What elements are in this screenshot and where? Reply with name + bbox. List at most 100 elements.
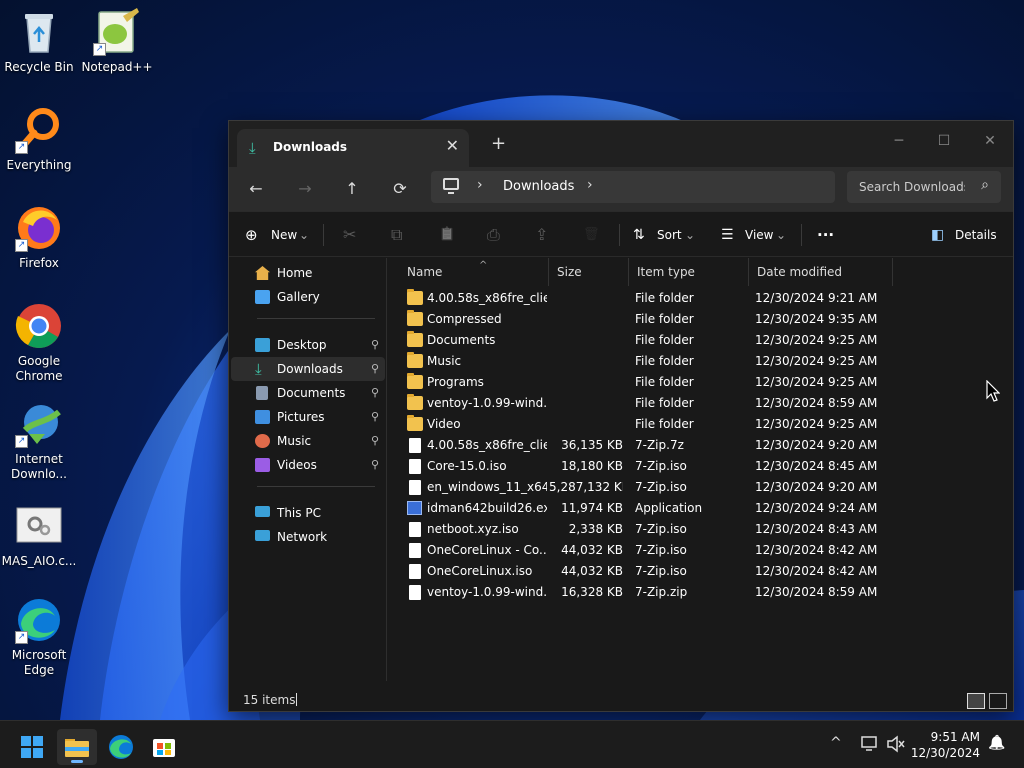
start-button[interactable] — [12, 729, 52, 765]
delete-icon[interactable]: 🗑 — [583, 224, 600, 246]
close-window-button[interactable]: ✕ — [970, 127, 1010, 155]
nav-item-documents[interactable]: Documents ⚲ — [231, 381, 385, 405]
file-row[interactable]: en_windows_11_x64...5,287,132 KB 7-Zip.is… — [389, 477, 1013, 498]
file-row[interactable]: Core-15.0.iso 18,180 KB 7-Zip.iso 12/30/202… — [389, 456, 1013, 477]
nav-item-gallery[interactable]: Gallery — [231, 285, 385, 309]
file-row[interactable]: Video File folder 12/30/2024 9:25 AM — [389, 414, 1013, 435]
large-icons-view-button[interactable] — [989, 693, 1007, 709]
nav-item-downloads[interactable]: ⤓ Downloads ⚲ — [231, 357, 385, 381]
network-icon — [255, 530, 270, 541]
tab-downloads[interactable]: ⤓ Downloads ✕ — [237, 129, 469, 167]
sort-button[interactable]: Sort — [657, 224, 682, 246]
rename-icon[interactable]: ⎙ — [487, 224, 500, 246]
desktop-icon-chrome[interactable]: Google Chrome — [0, 302, 78, 384]
back-button[interactable]: ← — [244, 177, 268, 201]
mouse-cursor-icon — [986, 380, 1000, 402]
file-date: 12/30/2024 8:43 AM — [755, 522, 878, 536]
chevron-right-icon[interactable]: › — [587, 177, 593, 193]
nav-item-this-pc[interactable]: This PC — [231, 501, 385, 525]
sort-ascending-icon: ^ — [479, 260, 488, 271]
minimize-button[interactable]: ─ — [879, 127, 919, 155]
sort-icon: ⇅ — [633, 227, 645, 243]
desktop-icon-mas-aio[interactable]: MAS_AIO.c... — [0, 502, 78, 569]
nav-item-desktop[interactable]: Desktop ⚲ — [231, 333, 385, 357]
more-options-button[interactable]: ··· — [817, 224, 834, 246]
desktop-icon-edge[interactable]: ↗ Microsoft Edge — [0, 596, 78, 678]
chevron-right-icon[interactable]: › — [477, 177, 483, 193]
up-button[interactable]: ↑ — [340, 177, 364, 201]
cut-icon[interactable]: ✂ — [343, 224, 356, 246]
file-explorer-window[interactable]: ⤓ Downloads ✕ + ─ ☐ ✕ ← → ↑ ⟳ › Download… — [228, 120, 1014, 712]
desktop-icon-label: Firefox — [19, 256, 59, 270]
paste-icon[interactable]: 📋 — [439, 224, 455, 246]
nav-item-videos[interactable]: Videos ⚲ — [231, 453, 385, 477]
desktop-icon-notepadpp[interactable]: ↗ Notepad++ — [78, 8, 156, 75]
new-button[interactable]: New — [271, 224, 297, 246]
file-row[interactable]: 4.00.58s_x86fre_clie... 36,135 KB 7-Zip.7z… — [389, 435, 1013, 456]
folder-icon — [407, 289, 423, 305]
file-row[interactable]: ventoy-1.0.99-wind... File folder 12/30/20… — [389, 393, 1013, 414]
maximize-button[interactable]: ☐ — [924, 127, 964, 155]
desktop-icon-everything[interactable]: ↗ Everything — [0, 106, 78, 173]
column-header-name[interactable]: Name ^ — [399, 258, 549, 286]
file-row[interactable]: Programs File folder 12/30/2024 9:25 AM — [389, 372, 1013, 393]
address-bar[interactable]: › Downloads › — [431, 171, 835, 203]
column-header-size[interactable]: Size — [549, 258, 629, 286]
copy-icon[interactable]: ⧉ — [391, 224, 402, 246]
column-header-type[interactable]: Item type — [629, 258, 749, 286]
system-clock[interactable]: 9:51 AM 12/30/2024 — [911, 729, 980, 761]
nav-item-pictures[interactable]: Pictures ⚲ — [231, 405, 385, 429]
volume-muted-icon[interactable] — [886, 735, 906, 753]
file-size: 36,135 KB — [561, 438, 623, 452]
file-row[interactable]: Documents File folder 12/30/2024 9:25 AM — [389, 330, 1013, 351]
file-list[interactable]: Name ^ Size Item type Date modified 4.00… — [389, 258, 1013, 681]
file-row[interactable]: OneCoreLinux.iso 44,032 KB 7-Zip.iso 12/30/… — [389, 561, 1013, 582]
taskbar-edge[interactable] — [101, 729, 141, 765]
details-view-button[interactable] — [967, 693, 985, 709]
file-type: 7-Zip.iso — [635, 522, 687, 536]
status-bar: 15 items — [229, 681, 1013, 713]
active-indicator — [71, 760, 83, 763]
notification-bell-icon[interactable]: 🔔 — [988, 735, 1005, 751]
network-status-icon[interactable] — [860, 735, 880, 753]
file-name: 4.00.58s_x86fre_clie... — [427, 438, 547, 452]
file-row[interactable]: 4.00.58s_x86fre_clie... File folder 12/30/… — [389, 288, 1013, 309]
file-row[interactable]: idman642build26.exe 11,974 KB Application 1… — [389, 498, 1013, 519]
folder-icon — [407, 310, 423, 326]
taskbar-file-explorer[interactable] — [57, 729, 97, 765]
new-tab-button[interactable]: + — [491, 133, 506, 154]
details-button[interactable]: Details — [955, 224, 997, 246]
file-type: 7-Zip.7z — [635, 438, 684, 452]
breadcrumb-downloads[interactable]: Downloads — [503, 179, 574, 194]
view-button[interactable]: View — [745, 224, 773, 246]
file-row[interactable]: ventoy-1.0.99-wind... 16,328 KB 7-Zip.zip 1… — [389, 582, 1013, 603]
gear-file-icon — [15, 502, 63, 550]
taskbar-store[interactable] — [144, 729, 184, 765]
share-icon[interactable]: ⇪ — [535, 224, 548, 246]
nav-item-network[interactable]: Network — [231, 525, 385, 549]
desktop-icon-recycle-bin[interactable]: Recycle Bin — [0, 8, 78, 75]
chevron-down-icon: ⌄ — [776, 228, 787, 242]
forward-button[interactable]: → — [293, 177, 317, 201]
file-row[interactable]: OneCoreLinux - Co... 44,032 KB 7-Zip.iso 12… — [389, 540, 1013, 561]
nav-item-home[interactable]: Home — [231, 261, 385, 285]
file-size: 44,032 KB — [561, 564, 623, 578]
refresh-button[interactable]: ⟳ — [388, 177, 412, 201]
tab-close-icon[interactable]: ✕ — [446, 136, 459, 155]
pin-icon: ⚲ — [370, 434, 379, 447]
file-row[interactable]: Compressed File folder 12/30/2024 9:35 AM — [389, 309, 1013, 330]
file-type: File folder — [635, 333, 694, 347]
file-row[interactable]: netboot.xyz.iso 2,338 KB 7-Zip.iso 12/30/20… — [389, 519, 1013, 540]
desktop-icon-label: Everything — [6, 158, 72, 172]
title-bar[interactable]: ⤓ Downloads ✕ + ─ ☐ ✕ — [229, 121, 1013, 167]
show-hidden-icons-button[interactable]: ^ — [830, 735, 842, 751]
search-box[interactable]: Search Downloads ⌕ — [847, 171, 1001, 203]
file-row[interactable]: Music File folder 12/30/2024 9:25 AM — [389, 351, 1013, 372]
file-size: 18,180 KB — [561, 459, 623, 473]
column-header-date[interactable]: Date modified — [749, 258, 893, 286]
desktop-icon-firefox[interactable]: ↗ Firefox — [0, 204, 78, 271]
desktop-icon-internet-download-manager[interactable]: ↗ Internet Downlo... — [0, 400, 78, 482]
clock-time: 9:51 AM — [930, 730, 980, 744]
nav-item-music[interactable]: Music ⚲ — [231, 429, 385, 453]
status-divider — [296, 693, 297, 706]
